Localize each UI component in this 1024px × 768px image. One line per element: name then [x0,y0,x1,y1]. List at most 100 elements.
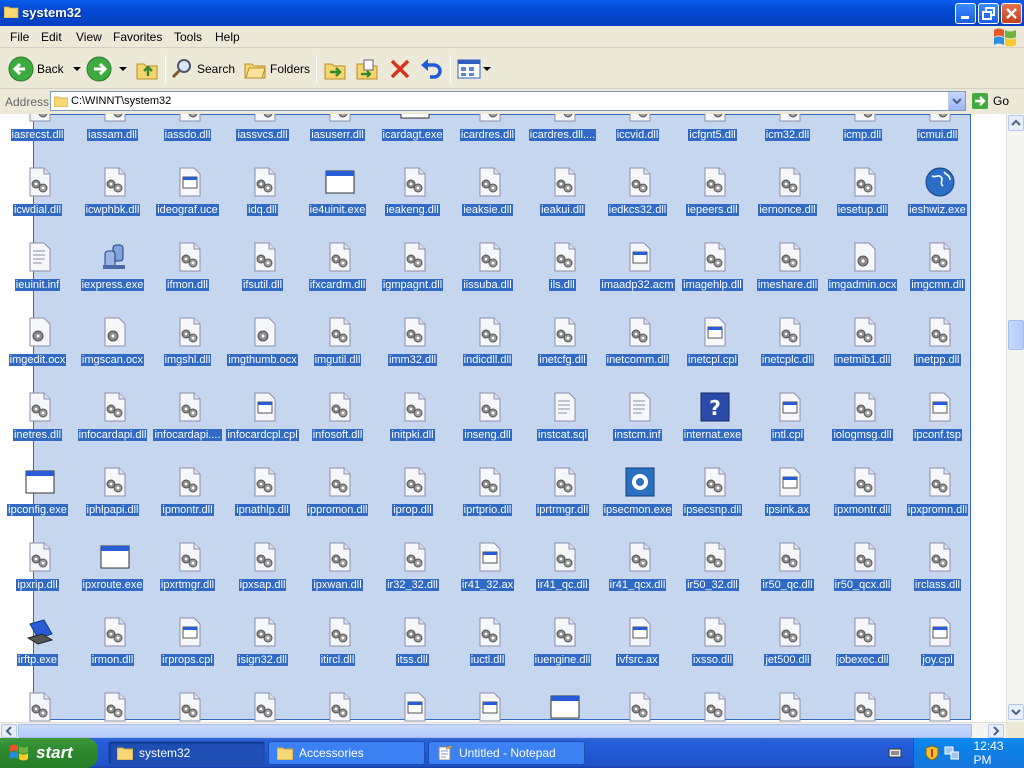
file-item[interactable]: iesetup.dll [825,158,900,233]
file-item-partial[interactable] [450,683,525,722]
file-item[interactable]: icm32.dll [750,114,825,158]
file-item[interactable]: iasuserr.dll [300,114,375,158]
file-item[interactable]: inetcomm.dll [600,308,675,383]
file-item[interactable]: inetpp.dll [900,308,975,383]
file-item[interactable]: ipxpromn.dll [900,458,975,533]
file-item[interactable]: iepeers.dll [675,158,750,233]
minimize-button[interactable] [955,3,976,24]
file-item[interactable]: imgadmin.ocx [825,233,900,308]
file-item[interactable]: ipmontr.dll [150,458,225,533]
file-item-partial[interactable] [375,683,450,722]
file-item[interactable]: iuengine.dll [525,608,600,683]
start-button[interactable]: start [0,738,98,768]
file-item[interactable]: iuctl.dll [450,608,525,683]
file-item[interactable]: ir50_qc.dll [750,533,825,608]
file-item-partial[interactable] [825,683,900,722]
menu-view[interactable]: View [76,30,102,44]
file-item[interactable]: iedkcs32.dll [600,158,675,233]
file-item[interactable]: imgscan.ocx [75,308,150,383]
file-item[interactable]: icfgnt5.dll [675,114,750,158]
file-item-partial[interactable] [0,683,75,722]
file-item[interactable]: inseng.dll [450,383,525,458]
address-field[interactable] [50,91,966,111]
file-item[interactable]: ipxwan.dll [300,533,375,608]
file-item[interactable]: ir41_qc.dll [525,533,600,608]
file-item[interactable]: icmui.dll [900,114,975,158]
scroll-down-button[interactable] [1008,704,1024,720]
file-item[interactable]: jet500.dll [750,608,825,683]
file-item[interactable]: ? internat.exe [675,383,750,458]
file-item[interactable]: iasrecst.dll [0,114,75,158]
file-item[interactable]: isign32.dll [225,608,300,683]
file-item[interactable]: iologmsg.dll [825,383,900,458]
file-item[interactable]: ipsecmon.exe [600,458,675,533]
file-item[interactable]: iernonce.dll [750,158,825,233]
file-item[interactable]: iexpress.exe [75,233,150,308]
file-item[interactable]: irclass.dll [900,533,975,608]
folders-button[interactable]: Folders [243,55,310,83]
file-item[interactable]: infocardcpl.cpl [225,383,300,458]
restore-button[interactable] [978,3,999,24]
file-item[interactable]: ifmon.dll [150,233,225,308]
file-item[interactable]: iassdo.dll [150,114,225,158]
file-item[interactable]: ipxsap.dll [225,533,300,608]
file-item[interactable]: inetcfg.dll [525,308,600,383]
file-item[interactable]: ir50_qcx.dll [825,533,900,608]
forward-button[interactable] [86,55,130,83]
back-button[interactable]: Back [8,55,84,83]
file-item[interactable]: ipxmontr.dll [825,458,900,533]
clock[interactable]: 12:43 PM [973,739,1024,767]
file-item[interactable]: ir41_32.ax [450,533,525,608]
file-item[interactable]: itss.dll [375,608,450,683]
search-button[interactable]: Search [170,55,235,83]
file-item[interactable]: ivfsrc.ax [600,608,675,683]
network-icon[interactable] [944,745,960,761]
go-button[interactable]: Go [972,91,1020,111]
keyboard-icon[interactable] [888,746,902,760]
file-item[interactable]: ieshwiz.exe [900,158,975,233]
file-item[interactable]: imaadp32.acm [600,233,675,308]
file-item[interactable]: ipsink.ax [750,458,825,533]
move-to-button[interactable] [322,55,348,83]
delete-button[interactable] [387,55,413,83]
file-item[interactable]: ipxroute.exe [75,533,150,608]
views-button[interactable] [456,55,492,83]
menu-help[interactable]: Help [215,30,240,44]
file-item[interactable]: iphlpapi.dll [75,458,150,533]
file-item[interactable]: idq.dll [225,158,300,233]
file-item[interactable]: icmp.dll [825,114,900,158]
file-item[interactable]: imeshare.dll [750,233,825,308]
file-item-partial[interactable] [525,683,600,722]
file-item[interactable]: icardres.dll [450,114,525,158]
file-item[interactable]: joy.cpl [900,608,975,683]
copy-to-button[interactable] [354,55,380,83]
file-item[interactable]: ie4uinit.exe [300,158,375,233]
scroll-left-button[interactable] [1,724,17,738]
file-item[interactable]: inetmib1.dll [825,308,900,383]
file-item[interactable]: initpki.dll [375,383,450,458]
scroll-right-button[interactable] [988,724,1004,738]
file-item[interactable]: ieaksie.dll [450,158,525,233]
file-item[interactable]: iassam.dll [75,114,150,158]
file-item[interactable]: irftp.exe [0,608,75,683]
file-item[interactable]: ifsutil.dll [225,233,300,308]
file-item[interactable]: infosoft.dll [300,383,375,458]
file-item[interactable]: ieuinit.inf [0,233,75,308]
file-item[interactable]: irprops.cpl [150,608,225,683]
security-shield-icon[interactable] [924,745,940,761]
file-item[interactable]: ipsecsnp.dll [675,458,750,533]
file-item[interactable]: imgthumb.ocx [225,308,300,383]
menu-edit[interactable]: Edit [41,30,62,44]
menu-tools[interactable]: Tools [174,30,202,44]
file-item[interactable]: imgutil.dll [300,308,375,383]
file-item-partial[interactable] [900,683,975,722]
file-item[interactable]: imgshl.dll [150,308,225,383]
horizontal-scroll-thumb[interactable] [18,724,972,738]
close-button[interactable] [1001,3,1022,24]
vertical-scroll-thumb[interactable] [1008,320,1024,350]
file-item[interactable]: ipconf.tsp [900,383,975,458]
file-item[interactable]: imagehlp.dll [675,233,750,308]
task-system32[interactable]: system32 [108,741,265,765]
file-item[interactable]: inetcpl.cpl [675,308,750,383]
file-item-partial[interactable] [75,683,150,722]
